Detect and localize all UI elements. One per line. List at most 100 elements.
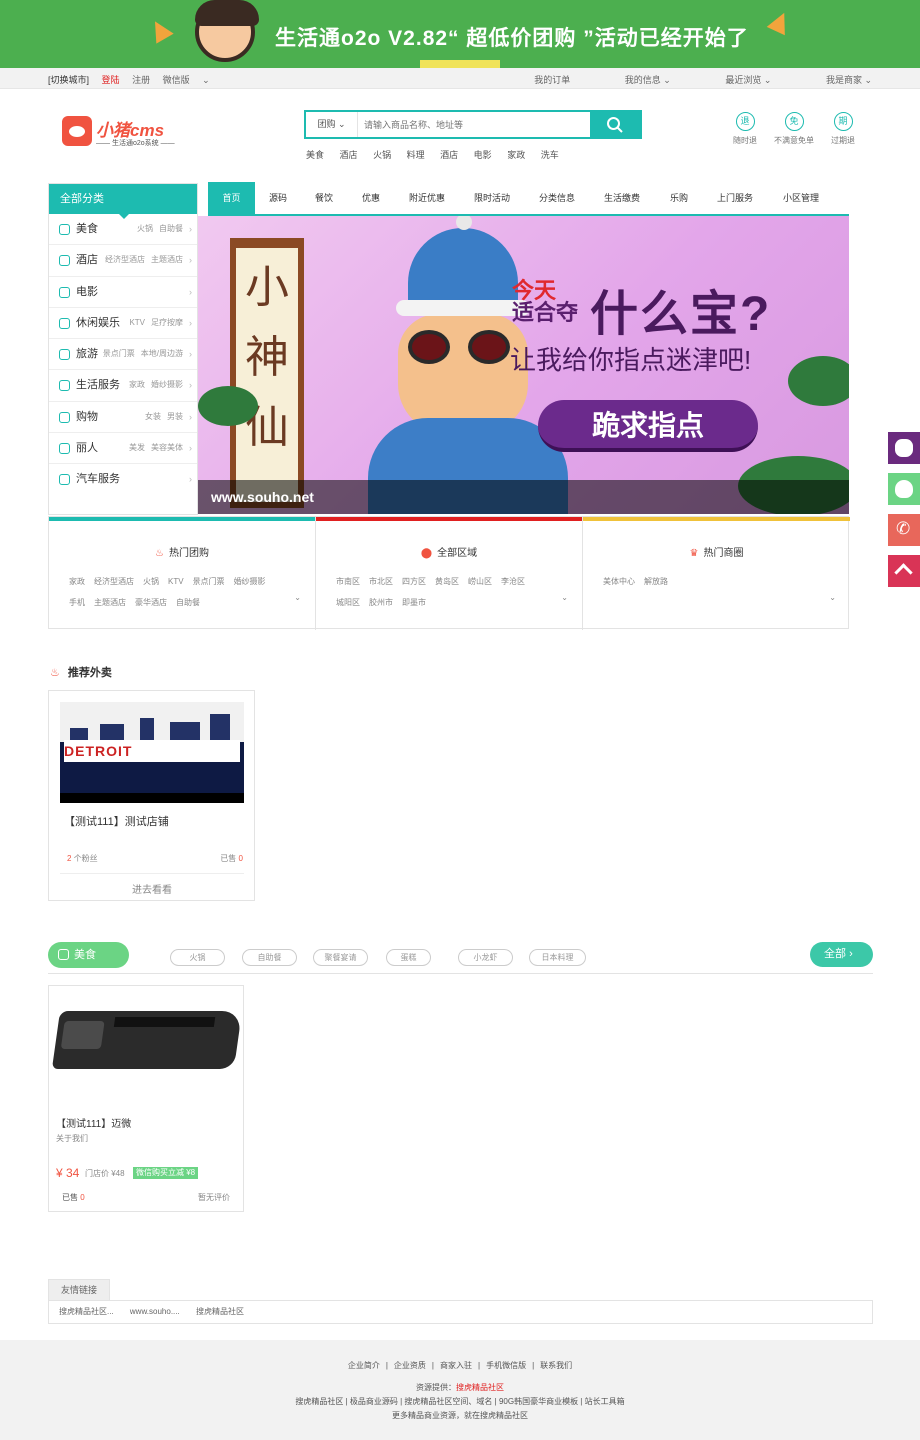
zone-link[interactable]: 自助餐	[176, 592, 200, 613]
search-button[interactable]	[590, 110, 642, 139]
view-all-button[interactable]: 全部 ›	[810, 942, 873, 967]
hero-slide[interactable]: 小 神 仙 今天 适合夺 什么宝? 让我给你指点迷津吧! 跪求指点 www.sou…	[198, 216, 849, 514]
category-tag[interactable]: 经济型酒店	[105, 255, 145, 264]
category-tag[interactable]: 本地/周边游	[141, 349, 183, 358]
food-tag[interactable]: 火锅	[170, 949, 225, 966]
category-item-leisure[interactable]: 休闲娱乐 KTV 足疗按摩 ›	[49, 308, 197, 340]
category-item-movie[interactable]: 电影 ›	[49, 277, 197, 308]
zone-link[interactable]: 手机	[69, 592, 85, 613]
category-tag[interactable]: 景点门票	[103, 349, 135, 358]
friend-link[interactable]: www.souho....	[130, 1307, 180, 1316]
category-tag[interactable]: 女装	[145, 412, 161, 421]
food-tag[interactable]: 蛋糕	[386, 949, 431, 966]
category-tag[interactable]: 男装	[167, 412, 183, 421]
hotword-link[interactable]: 美食	[306, 150, 324, 160]
nav-tab-shopping[interactable]: 乐购	[661, 182, 697, 214]
hotword-link[interactable]: 酒店	[440, 150, 458, 160]
hotword-link[interactable]: 火锅	[373, 150, 391, 160]
promo-banner[interactable]: 生活通o2o V2.82“ 超低价团购 ”活动已经开始了	[0, 0, 920, 68]
footer-link[interactable]: 手机微信版	[486, 1361, 526, 1370]
nav-tab-nearby[interactable]: 附近优惠	[402, 182, 452, 214]
category-tag[interactable]: KTV	[129, 318, 145, 327]
merchant-link[interactable]: 我是商家 ⌄	[800, 75, 872, 85]
food-tag[interactable]: 聚餐宴请	[313, 949, 368, 966]
hotword-link[interactable]: 酒店	[340, 150, 358, 160]
qq-float-button[interactable]	[888, 473, 920, 505]
category-item-beauty[interactable]: 丽人 美发 美容美体 ›	[49, 433, 197, 465]
zone-link[interactable]: 四方区	[402, 571, 426, 592]
nav-tab-limited[interactable]: 限时活动	[467, 182, 517, 214]
goods-name[interactable]: 【测试111】迈微	[56, 1115, 131, 1130]
zone-link[interactable]: 主题酒店	[94, 592, 126, 613]
zone-link[interactable]: 市南区	[336, 571, 360, 592]
food-tag[interactable]: 小龙虾	[458, 949, 513, 966]
category-tag[interactable]: 自助餐	[159, 224, 183, 233]
zone-link[interactable]: 景点门票	[193, 571, 225, 592]
nav-tab-community[interactable]: 小区管理	[776, 182, 826, 214]
nav-tab-dining[interactable]: 餐饮	[304, 182, 344, 214]
footer-link[interactable]: 企业简介	[348, 1361, 380, 1370]
zone-link[interactable]: 火锅	[143, 571, 159, 592]
food-section-title[interactable]: 美食	[48, 942, 129, 968]
zone-link[interactable]: 城阳区	[336, 592, 360, 613]
zone-link[interactable]: 解放路	[644, 571, 668, 592]
zone-link[interactable]: 经济型酒店	[94, 571, 134, 592]
store-card[interactable]: DETROIT 【测试111】测试店铺 2 个粉丝 已售 0 进去看看	[48, 690, 255, 901]
search-input[interactable]	[364, 116, 584, 133]
category-item-travel[interactable]: 旅游 景点门票 本地/周边游 ›	[49, 339, 197, 371]
store-name[interactable]: 【测试111】测试店铺	[64, 813, 169, 829]
zone-link[interactable]: KTV	[168, 571, 184, 592]
zone-link[interactable]: 胶州市	[369, 592, 393, 613]
category-item-food[interactable]: 美食 火锅 自助餐 ›	[49, 214, 197, 246]
footer-source-link[interactable]: 搜虎精品社区	[456, 1383, 504, 1392]
nav-tab-home-service[interactable]: 上门服务	[710, 182, 760, 214]
register-link[interactable]: 注册	[132, 75, 150, 85]
login-link[interactable]: 登陆	[102, 75, 120, 85]
zone-link[interactable]: 市北区	[369, 571, 393, 592]
category-tag[interactable]: 美发	[129, 443, 145, 452]
slide-cta-button[interactable]: 跪求指点	[538, 400, 758, 452]
footer-link[interactable]: 企业资质	[394, 1361, 426, 1370]
food-tag[interactable]: 自助餐	[242, 949, 297, 966]
zone-link[interactable]: 婚纱摄影	[234, 571, 266, 592]
zone-link[interactable]: 豪华酒店	[135, 592, 167, 613]
nav-tab-source[interactable]: 源码	[258, 182, 298, 214]
food-tag[interactable]: 日本料理	[529, 949, 586, 966]
category-tag[interactable]: 足疗按摩	[151, 318, 183, 327]
category-item-shopping[interactable]: 购物 女装 男装 ›	[49, 402, 197, 434]
nav-tab-discount[interactable]: 优惠	[351, 182, 391, 214]
category-item-life-service[interactable]: 生活服务 家政 婚纱摄影 ›	[49, 370, 197, 402]
footer-link[interactable]: 商家入驻	[440, 1361, 472, 1370]
recent-viewed-link[interactable]: 最近浏览 ⌄	[699, 75, 771, 85]
category-item-car-service[interactable]: 汽车服务 ›	[49, 464, 197, 495]
footer-link[interactable]: 联系我们	[540, 1361, 572, 1370]
site-logo[interactable]: 小猪cms —— 生活通o2o系统 ——	[62, 114, 175, 150]
hotword-link[interactable]: 电影	[474, 150, 492, 160]
goods-card[interactable]: 【测试111】迈微 关于我们 ¥ 34 门店价 ¥48 微信购买立减 ¥8 已售…	[48, 985, 244, 1212]
nav-tab-payment[interactable]: 生活缴费	[597, 182, 647, 214]
zone-link[interactable]: 黄岛区	[435, 571, 459, 592]
expand-chevron-icon[interactable]: ⌄	[829, 593, 836, 602]
phone-float-button[interactable]: ✆	[888, 514, 920, 546]
nav-tab-home[interactable]: 首页	[208, 182, 255, 214]
my-info-link[interactable]: 我的信息 ⌄	[599, 75, 671, 85]
zone-link[interactable]: 崂山区	[468, 571, 492, 592]
wechat-float-button[interactable]	[888, 432, 920, 464]
search-category-select[interactable]: 团购 ⌄	[306, 112, 358, 137]
switch-city-link[interactable]: [切换城市]	[48, 75, 89, 85]
category-item-hotel[interactable]: 酒店 经济型酒店 主题酒店 ›	[49, 245, 197, 277]
category-tag[interactable]: 婚纱摄影	[151, 380, 183, 389]
back-to-top-button[interactable]	[888, 555, 920, 587]
friend-link[interactable]: 搜虎精品社区...	[59, 1307, 114, 1316]
expand-chevron-icon[interactable]: ⌄	[561, 593, 568, 602]
my-orders-link[interactable]: 我的订单	[534, 75, 570, 85]
wechat-version-link[interactable]: 微信版 ⌄	[163, 75, 220, 85]
category-tag[interactable]: 主题酒店	[151, 255, 183, 264]
friend-link[interactable]: 搜虎精品社区	[196, 1307, 244, 1316]
zone-link[interactable]: 家政	[69, 571, 85, 592]
category-tag[interactable]: 美容美体	[151, 443, 183, 452]
zone-link[interactable]: 即墨市	[402, 592, 426, 613]
zone-link[interactable]: 美体中心	[603, 571, 635, 592]
enter-store-link[interactable]: 进去看看	[60, 873, 244, 896]
category-tag[interactable]: 家政	[129, 380, 145, 389]
